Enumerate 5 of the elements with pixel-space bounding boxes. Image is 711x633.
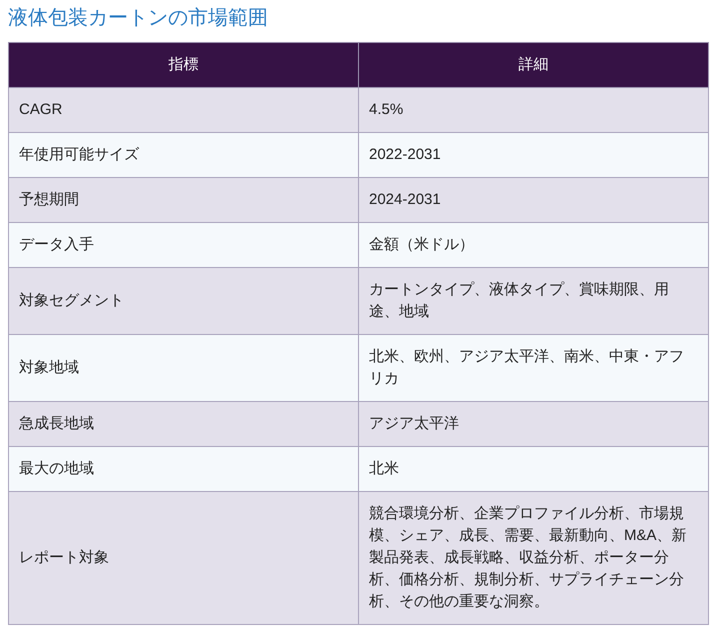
column-header: 詳細 — [358, 42, 708, 88]
column-header: 指標 — [8, 42, 358, 88]
table-cell: 競合環境分析、企業プロファイル分析、市場規模、シェア、成長、需要、最新動向、M&A、新製品発表、成長戦略、収益分析、ポーター分析、価格分析、規制分析、サプライチェーン分析、その他の重要な洞察。 — [358, 492, 708, 624]
table-cell: レポート対象 — [8, 492, 358, 624]
page-title: 液体包装カートンの市場範囲 — [7, 6, 269, 31]
